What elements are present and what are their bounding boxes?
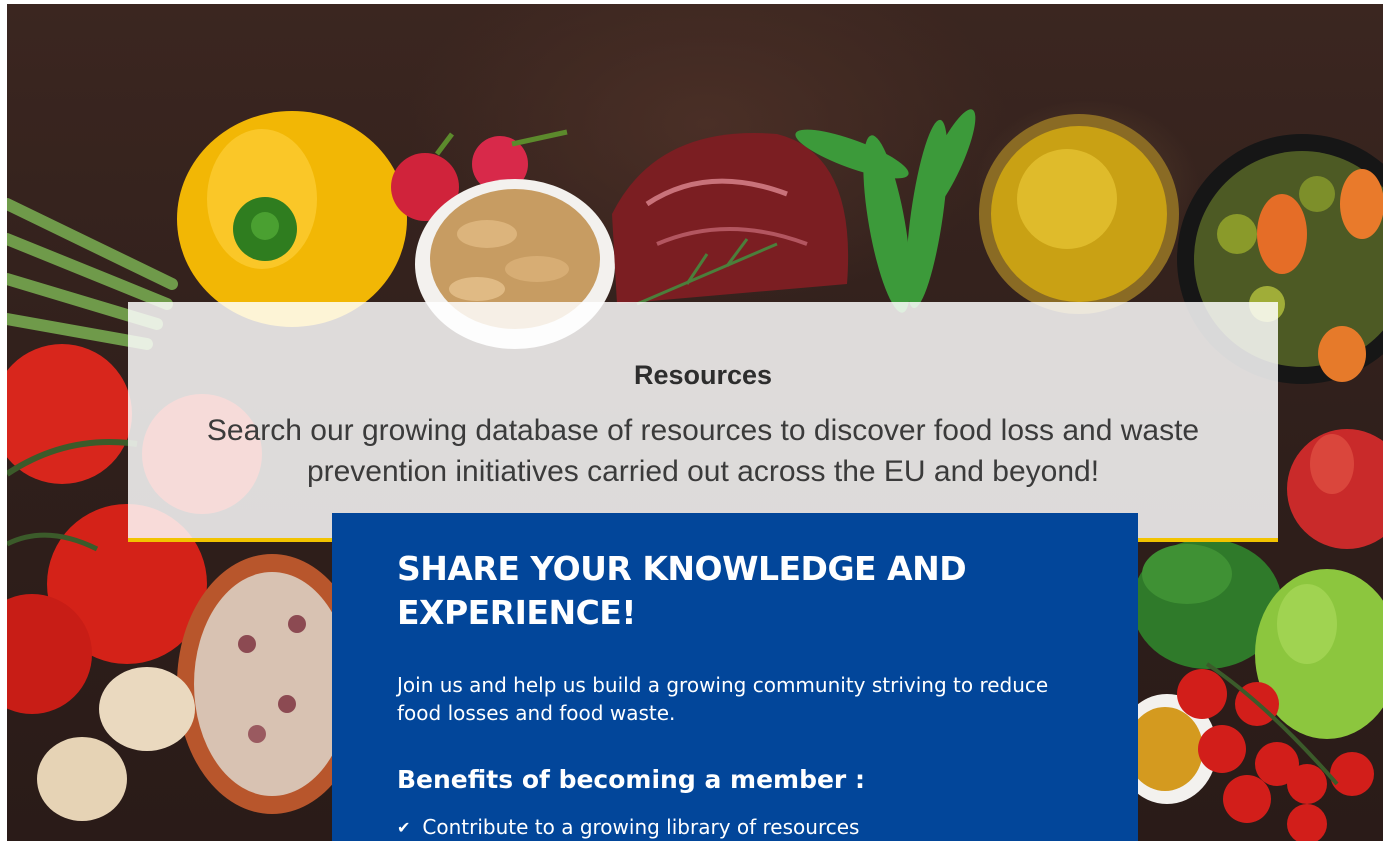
benefits-title: Benefits of becoming a member :	[397, 765, 865, 794]
benefit-item: ✔ Contribute to a growing library of res…	[397, 815, 859, 839]
olive-oil	[979, 114, 1179, 314]
yellow-pepper	[177, 111, 407, 327]
raw-meat	[612, 133, 849, 304]
share-knowledge-card: SHARE YOUR KNOWLEDGE AND EXPERIENCE! Joi…	[332, 513, 1138, 841]
resources-description: Search our growing database of resources…	[206, 414, 1200, 488]
benefit-label: Contribute to a growing library of resou…	[422, 815, 860, 839]
resources-banner: Resources Search our growing database of…	[128, 302, 1278, 542]
resources-title: Resources	[633, 360, 773, 390]
share-title: SHARE YOUR KNOWLEDGE AND EXPERIENCE!	[397, 549, 967, 632]
check-icon: ✔	[397, 817, 411, 837]
share-intro: Join us and help us build a growing comm…	[397, 673, 1049, 725]
apple	[1287, 429, 1383, 549]
